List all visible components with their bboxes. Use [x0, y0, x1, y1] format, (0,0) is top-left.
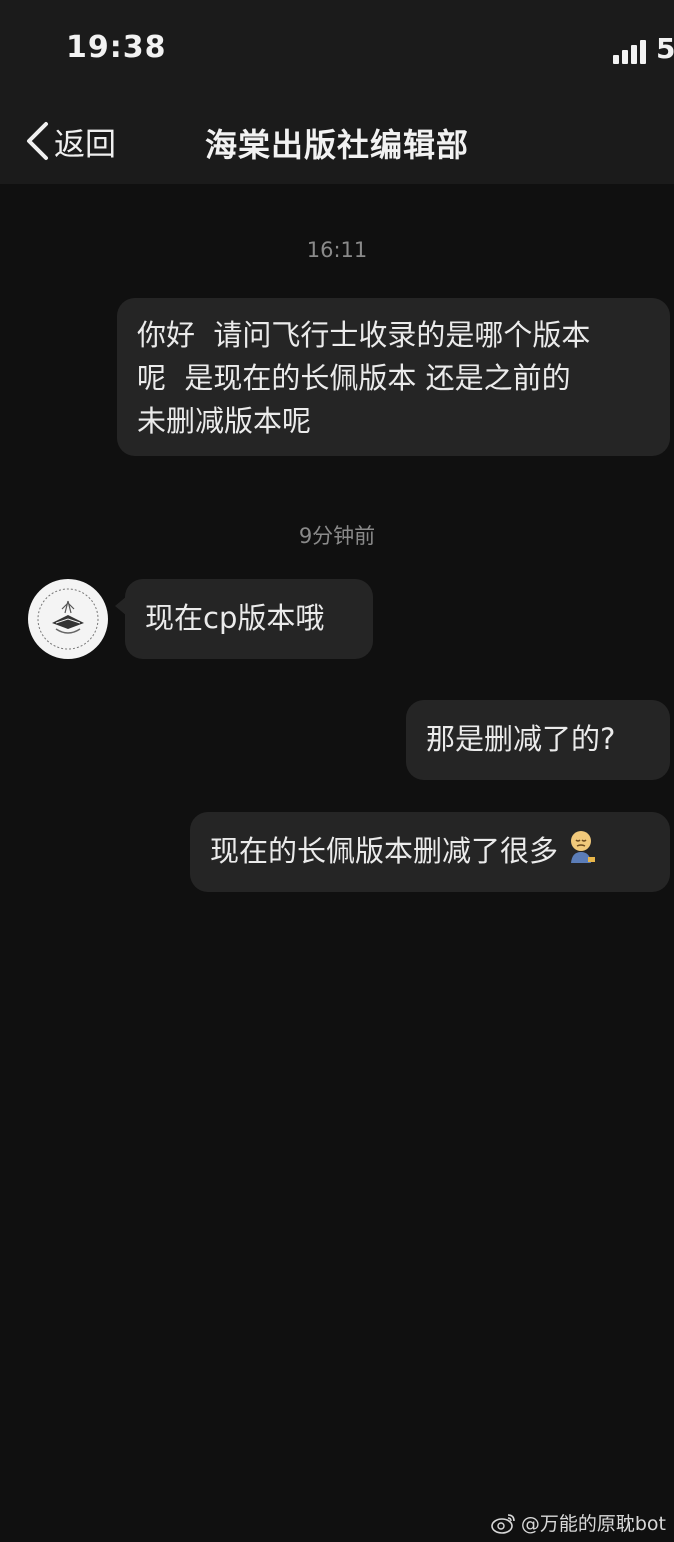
publisher-logo-icon	[30, 581, 106, 657]
status-bar: 19:38 5	[0, 0, 674, 100]
status-time: 19:38	[66, 30, 167, 65]
message-text-line: 呢 是现在的长佩版本 还是之前的	[137, 361, 571, 395]
message-text-line: 你好 请问飞行士收录的是哪个版本	[137, 318, 591, 352]
weibo-icon	[491, 1513, 515, 1534]
watermark-text: @万能的原耽bot	[520, 1513, 666, 1535]
watermark: @万能的原耽bot	[491, 1509, 666, 1536]
nav-bar: 返回 海棠出版社编辑部	[0, 100, 674, 184]
message-text: 那是删减了的?	[426, 722, 616, 756]
message-timestamp: 16:11	[306, 238, 368, 262]
chat-area[interactable]: 16:11 你好 请问飞行士收录的是哪个版本 呢 是现在的长佩版本 还是之前的 …	[0, 184, 674, 1542]
message-timestamp: 9分钟前	[298, 524, 376, 548]
outgoing-message-bubble[interactable]: 那是删减了的?	[406, 700, 670, 780]
publisher-avatar[interactable]	[28, 579, 108, 659]
page-title: 海棠出版社编辑部	[204, 126, 469, 164]
message-text: 现在cp版本哦	[145, 601, 325, 635]
message-text: 现在的长佩版本删减了很多	[210, 834, 559, 868]
message-text-line: 未删减版本呢	[137, 404, 312, 438]
signal-strength-icon	[613, 38, 653, 64]
incoming-message-bubble[interactable]: 现在cp版本哦	[125, 579, 373, 659]
battery-level: 5	[656, 32, 674, 65]
outgoing-message-bubble[interactable]: 现在的长佩版本删减了很多	[190, 812, 670, 892]
outgoing-message-bubble[interactable]: 你好 请问飞行士收录的是哪个版本 呢 是现在的长佩版本 还是之前的 未删减版本呢	[117, 298, 670, 456]
sad-face-emoji-icon	[566, 830, 596, 876]
